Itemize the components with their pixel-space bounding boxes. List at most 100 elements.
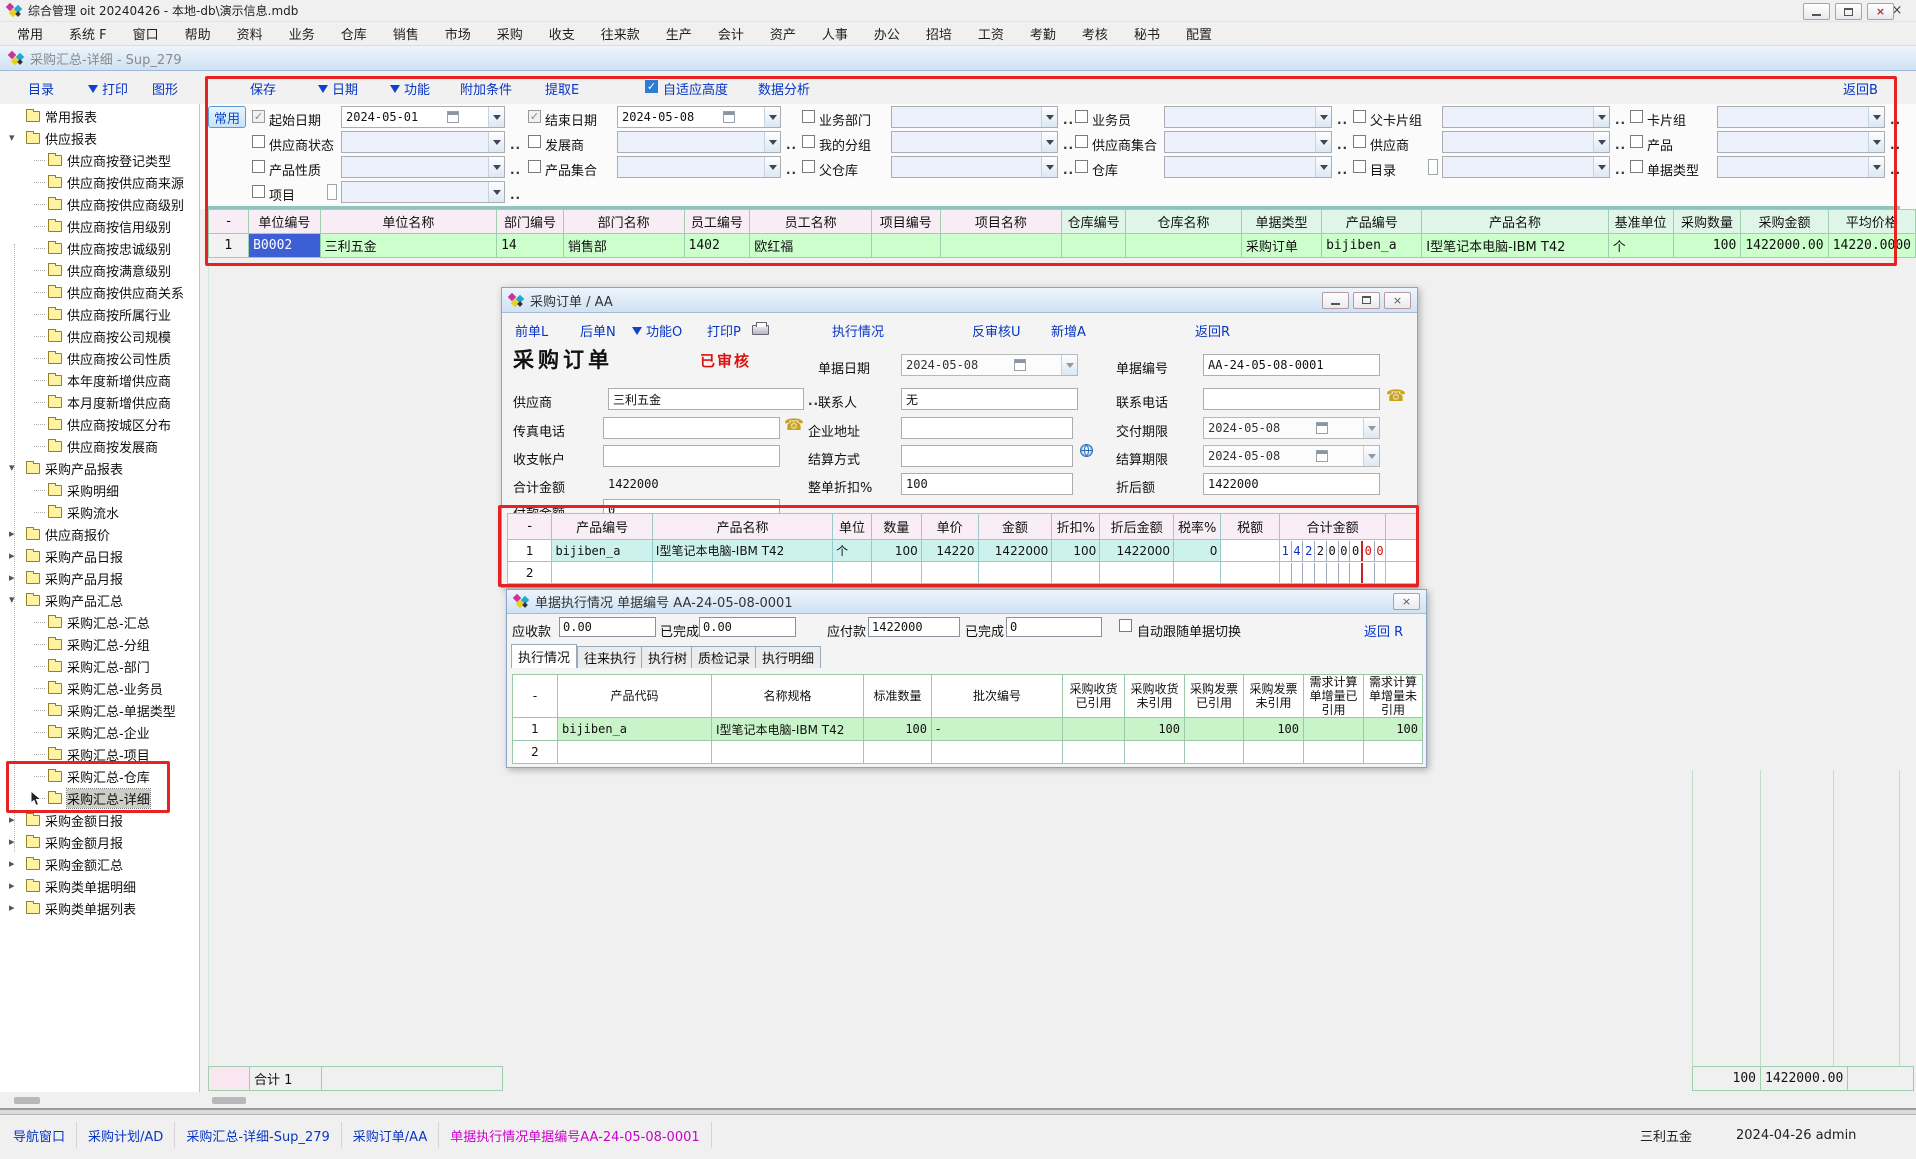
- expand-icon[interactable]: ▸: [9, 571, 15, 584]
- unaudit-button[interactable]: 反审核U: [972, 321, 1021, 340]
- table-cell[interactable]: 100: [1364, 718, 1423, 741]
- expand-icon[interactable]: ▸: [9, 813, 15, 826]
- tree-item[interactable]: 采购汇总-单据类型: [0, 699, 199, 721]
- table-cell[interactable]: -: [932, 718, 1063, 741]
- column-header[interactable]: 采购发票 已引用: [1185, 675, 1244, 718]
- tree-item[interactable]: ▸供应商报价: [0, 523, 199, 545]
- tree-item[interactable]: ▸采购产品月报: [0, 567, 199, 589]
- column-header[interactable]: 标准数量: [864, 675, 932, 718]
- prev-doc-button[interactable]: 前单L: [515, 321, 548, 340]
- table-cell[interactable]: [1244, 741, 1304, 764]
- tree-item[interactable]: 供应商按城区分布: [0, 413, 199, 435]
- table-cell[interactable]: [1185, 718, 1244, 741]
- tab-item[interactable]: 执行树: [641, 646, 694, 668]
- menu-item[interactable]: 招培: [913, 21, 965, 46]
- discounted-field[interactable]: 1422000: [1203, 473, 1380, 495]
- tree-item[interactable]: ▸采购类单据列表: [0, 897, 199, 919]
- tree-item[interactable]: ▸采购金额汇总: [0, 853, 199, 875]
- order-function-button[interactable]: 功能O: [632, 321, 682, 340]
- catalog-button[interactable]: 目录: [28, 79, 54, 98]
- menu-item[interactable]: 销售: [380, 21, 432, 46]
- tree-item[interactable]: 供应商按发展商: [0, 435, 199, 457]
- table-cell[interactable]: 100: [1125, 718, 1185, 741]
- menu-item[interactable]: 秘书: [1121, 21, 1173, 46]
- collapse-icon[interactable]: ▾: [9, 461, 15, 474]
- table-cell[interactable]: I型笔记本电脑-IBM T42: [712, 718, 864, 741]
- dropdown-icon[interactable]: [1363, 446, 1379, 466]
- table-cell[interactable]: [1304, 741, 1364, 764]
- tree-item[interactable]: 采购汇总-业务员: [0, 677, 199, 699]
- tree-item[interactable]: 供应商按供应商级别: [0, 193, 199, 215]
- menu-item[interactable]: 考勤: [1017, 21, 1069, 46]
- menu-item[interactable]: 系统 F: [56, 21, 120, 46]
- tree-item[interactable]: 供应商按公司性质: [0, 347, 199, 369]
- column-header[interactable]: 需求计算 单增量已 引用: [1304, 675, 1364, 718]
- tree-item[interactable]: ▾采购产品汇总: [0, 589, 199, 611]
- menu-item[interactable]: 人事: [809, 21, 861, 46]
- tree-item[interactable]: 采购汇总-汇总: [0, 611, 199, 633]
- menu-item[interactable]: 考核: [1069, 21, 1121, 46]
- exec-back-button[interactable]: 返回 R: [1364, 621, 1403, 640]
- table-cell[interactable]: [932, 741, 1063, 764]
- expand-icon[interactable]: ▸: [9, 901, 15, 914]
- expand-icon[interactable]: ▸: [9, 857, 15, 870]
- exec-window-titlebar[interactable]: 单据执行情况 单据编号 AA-24-05-08-0001 ×: [507, 590, 1426, 614]
- tree-item[interactable]: 采购汇总-分组: [0, 633, 199, 655]
- bill-no-field[interactable]: AA-24-05-08-0001: [1203, 354, 1380, 376]
- tree-item[interactable]: ▸采购产品日报: [0, 545, 199, 567]
- tree-item[interactable]: 采购流水: [0, 501, 199, 523]
- doc-restore-icon[interactable]: [1835, 3, 1862, 20]
- expand-icon[interactable]: ▸: [9, 527, 15, 540]
- phone-field[interactable]: [1203, 388, 1380, 410]
- discount-field[interactable]: 100: [901, 473, 1073, 495]
- payable-done-field[interactable]: 0: [1006, 617, 1102, 637]
- menu-item[interactable]: 生产: [653, 21, 705, 46]
- table-cell[interactable]: [558, 741, 712, 764]
- column-header[interactable]: -: [513, 675, 558, 718]
- order-window-titlebar[interactable]: 采购订单 / AA ×: [502, 288, 1417, 313]
- content-hscrollbar[interactable]: [201, 1092, 1916, 1108]
- receivable-done-field[interactable]: 0.00: [699, 617, 796, 637]
- contact-field[interactable]: 无: [901, 388, 1078, 410]
- order-back-button[interactable]: 返回R: [1195, 321, 1230, 340]
- menu-item[interactable]: 工资: [965, 21, 1017, 46]
- tab-active[interactable]: 执行情况: [511, 644, 577, 668]
- menu-item[interactable]: 配置: [1173, 21, 1225, 46]
- table-cell[interactable]: 2: [513, 741, 558, 764]
- table-cell[interactable]: [864, 741, 932, 764]
- status-item[interactable]: 导航窗口: [2, 1122, 77, 1148]
- menu-item[interactable]: 资料: [224, 21, 276, 46]
- menu-item[interactable]: 窗口: [120, 21, 172, 46]
- print-button[interactable]: 打印: [88, 79, 128, 98]
- tab-item[interactable]: 执行明细: [755, 646, 821, 668]
- account-field[interactable]: [603, 445, 780, 467]
- expand-icon[interactable]: ▸: [9, 549, 15, 562]
- menu-item[interactable]: 市场: [432, 21, 484, 46]
- tree-item[interactable]: 供应商按信用级别: [0, 215, 199, 237]
- column-header[interactable]: 采购收货 已引用: [1063, 675, 1125, 718]
- menu-item[interactable]: 资产: [757, 21, 809, 46]
- deliver-date-field[interactable]: 2024-05-08: [1203, 417, 1380, 439]
- tab-item[interactable]: 往来执行: [577, 646, 643, 668]
- menu-item[interactable]: 常用: [4, 21, 56, 46]
- menu-item[interactable]: 收支: [536, 21, 588, 46]
- table-row[interactable]: 2: [513, 741, 1423, 764]
- content-hscroll-thumb[interactable]: [212, 1097, 246, 1104]
- graph-button[interactable]: 图形: [152, 79, 178, 98]
- table-cell[interactable]: [1125, 741, 1185, 764]
- next-doc-button[interactable]: 后单N: [580, 321, 616, 340]
- tree-item[interactable]: 供应商按供应商来源: [0, 171, 199, 193]
- tree-item[interactable]: 供应商按公司规模: [0, 325, 199, 347]
- tree-item[interactable]: 供应商按供应商关系: [0, 281, 199, 303]
- tree-item[interactable]: 供应商按满意级别: [0, 259, 199, 281]
- table-cell[interactable]: bijiben_a: [558, 718, 712, 741]
- tree-item[interactable]: 采购明细: [0, 479, 199, 501]
- address-field[interactable]: [901, 417, 1073, 439]
- table-cell[interactable]: 100: [864, 718, 932, 741]
- status-item[interactable]: 单据执行情况单据编号AA-24-05-08-0001: [439, 1122, 711, 1148]
- tree-item[interactable]: ▸采购金额月报: [0, 831, 199, 853]
- status-item[interactable]: 采购订单/AA: [342, 1122, 440, 1148]
- receivable-field[interactable]: 0.00: [559, 617, 656, 637]
- tree-item[interactable]: ▸采购类单据明细: [0, 875, 199, 897]
- column-header[interactable]: 采购发票 未引用: [1244, 675, 1304, 718]
